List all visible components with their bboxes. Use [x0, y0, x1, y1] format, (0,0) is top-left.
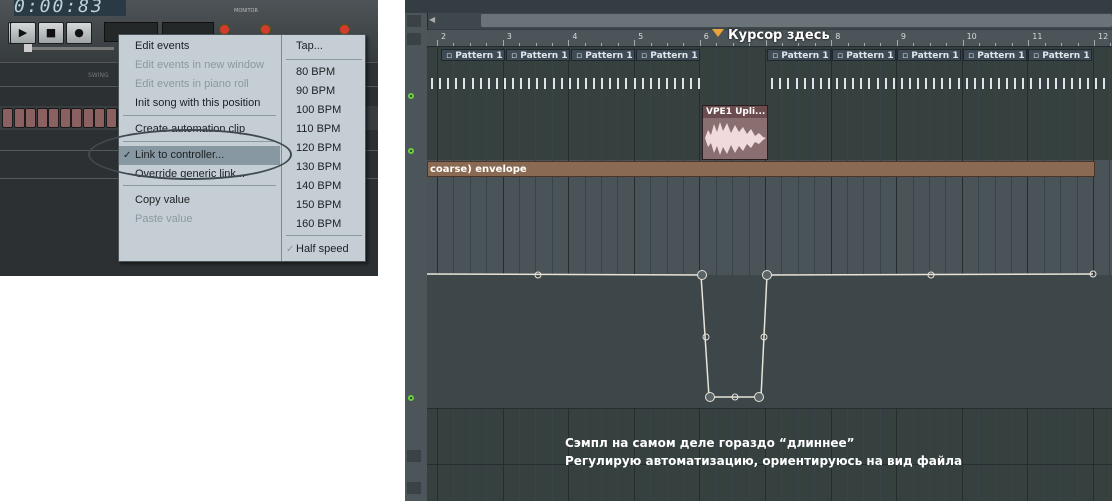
tempo-menu-item[interactable]: 130 BPM: [282, 158, 366, 177]
menu-item-label: Edit events in new window: [135, 59, 265, 71]
envelope-point[interactable]: [705, 392, 715, 402]
tempo-menu-item[interactable]: 110 BPM: [282, 120, 366, 139]
step-button[interactable]: [13, 108, 25, 128]
track-mute-led-icon[interactable]: [408, 395, 414, 401]
menu-item-label: Edit events: [135, 40, 190, 52]
menu-item[interactable]: Copy value: [119, 191, 280, 210]
tempo-menu-item-label: 140 BPM: [296, 180, 342, 192]
play-button[interactable]: ▶: [10, 22, 36, 44]
step-button[interactable]: [25, 108, 36, 128]
step-button[interactable]: [59, 108, 71, 128]
menu-item-label: Copy value: [135, 194, 191, 206]
track-mute-led-icon[interactable]: [408, 93, 414, 99]
step-button[interactable]: [82, 108, 94, 128]
tempo-menu-item-label: 80 BPM: [296, 66, 336, 78]
master-volume-slider[interactable]: [24, 44, 114, 52]
annotation-line-2: Регулирую автоматизацию, ориентируюсь на…: [565, 454, 963, 468]
menu-separator: [286, 59, 362, 60]
fl-main-window: 0:00:83 ▶ ■ ● MONITOR SWING Edit events E…: [0, 0, 378, 276]
menu-item-label: Edit events in piano roll: [135, 78, 249, 90]
playlist-window: ◀ 2 3 4 5 6 7 8 9 10 11 12 Курсор здесь ▫ Pattern …: [405, 0, 1112, 501]
step-button[interactable]: [48, 108, 59, 128]
menu-item: Paste value: [119, 210, 280, 229]
check-icon: ✓: [286, 244, 295, 255]
tempo-menu-item[interactable]: Tap...: [282, 37, 366, 56]
tempo-menu-item-label: 120 BPM: [296, 142, 342, 154]
envelope-point[interactable]: [762, 270, 772, 280]
envelope-point[interactable]: [754, 392, 764, 402]
menu-tempo-column: Tap... 80 BPM 90 BPM 100 BPM 110 BPM 120 BPM 1…: [281, 35, 366, 261]
envelope-tension-point[interactable]: [702, 333, 710, 341]
snap-icon[interactable]: [407, 33, 421, 45]
highlight-ellipse: [88, 129, 292, 180]
menu-separator: [286, 235, 362, 236]
time-display: 0:00:83: [14, 0, 126, 16]
step-button[interactable]: [36, 108, 48, 128]
tempo-menu-item-label: 90 BPM: [296, 85, 336, 97]
tempo-menu-item-label: 110 BPM: [296, 123, 341, 135]
tempo-menu-item-label: 150 BPM: [296, 199, 342, 211]
step-button[interactable]: [94, 108, 105, 128]
tempo-menu-item[interactable]: 90 BPM: [282, 82, 366, 101]
menu-item[interactable]: Init song with this position: [119, 94, 280, 113]
monitor-label: MONITOR: [234, 8, 258, 14]
envelope-line: [426, 273, 1094, 398]
stop-button[interactable]: ■: [38, 22, 64, 44]
track-mute-led-icon[interactable]: [408, 148, 414, 154]
tempo-menu-item-label: Half speed: [296, 243, 349, 255]
tempo-menu-item-label: Tap...: [296, 40, 323, 52]
track-options-icon[interactable]: [407, 450, 421, 462]
menu-item: Edit events in new window: [119, 56, 280, 75]
tempo-menu-item[interactable]: 120 BPM: [282, 139, 366, 158]
menu-item-label: Paste value: [135, 213, 193, 225]
envelope-point[interactable]: [697, 270, 707, 280]
menu-separator: [123, 115, 276, 116]
playlist-menu-icon[interactable]: [407, 15, 421, 27]
step-button[interactable]: [71, 108, 82, 128]
tempo-menu-item[interactable]: 160 BPM: [282, 215, 366, 234]
menu-item[interactable]: Edit events: [119, 37, 280, 56]
step-button[interactable]: [105, 108, 117, 128]
tempo-menu-item-label: 130 BPM: [296, 161, 342, 173]
menu-item-label: Init song with this position: [135, 97, 261, 109]
track-options-icon[interactable]: [407, 482, 421, 494]
tempo-menu-item-label: 160 BPM: [296, 218, 342, 230]
record-button[interactable]: ●: [66, 22, 92, 44]
tempo-menu-item[interactable]: 100 BPM: [282, 101, 366, 120]
swing-label: SWING: [88, 72, 109, 79]
tempo-menu-item-label: 100 BPM: [296, 104, 342, 116]
tempo-menu-item[interactable]: 80 BPM: [282, 63, 366, 82]
menu-separator: [123, 185, 276, 186]
automation-envelope: [426, 270, 1097, 402]
annotation-line-1: Сэмпл на самом деле гораздо “длиннее”: [565, 436, 855, 450]
slider-handle-icon[interactable]: [24, 44, 32, 52]
tempo-menu-item[interactable]: ✓ Half speed: [282, 240, 366, 259]
tempo-menu-item[interactable]: 150 BPM: [282, 196, 366, 215]
menu-item: Edit events in piano roll: [119, 75, 280, 94]
tempo-menu-item[interactable]: 140 BPM: [282, 177, 366, 196]
step-button[interactable]: [2, 108, 13, 128]
